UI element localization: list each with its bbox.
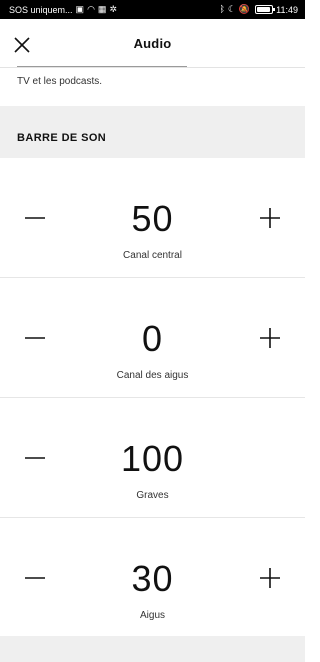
control-label: Canal central: [123, 250, 182, 261]
increase-button[interactable]: [259, 567, 281, 589]
cast-icon: ▦: [97, 4, 107, 14]
carrier-text: SOS uniquem...: [9, 4, 73, 15]
increase-button[interactable]: [259, 207, 281, 229]
control-label: Graves: [136, 490, 169, 501]
battery-icon: [255, 5, 276, 14]
wifi-icon: ◠: [87, 4, 95, 14]
control-label: Canal des aigus: [116, 370, 189, 381]
status-left: SOS uniquem... ▣ ◠ ▦ ✲: [9, 5, 117, 15]
clipped-text-line: [17, 66, 207, 69]
status-time: 11:49: [276, 4, 298, 15]
plus-icon: [260, 327, 280, 348]
app-header: Audio: [0, 19, 305, 68]
status-right: ᛒ ☾ 🔕 11:49: [219, 5, 298, 15]
control-value: 100: [120, 438, 185, 479]
plus-icon: [260, 568, 280, 588]
page-title: Audio: [133, 36, 172, 51]
silent-icon: 🔕: [238, 4, 251, 14]
dnd-moon-icon: ☾: [227, 4, 236, 14]
plus-icon: [260, 207, 280, 228]
settings-badge-icon: ✲: [109, 4, 117, 14]
control-row-bass: 100 Graves: [0, 398, 305, 518]
control-row-center-channel: 50 Canal central: [0, 158, 305, 278]
control-row-treble-channel: 0 Canal des aigus: [0, 278, 305, 398]
intro-text: TV et les podcasts.: [17, 76, 103, 87]
control-label: Aigus: [139, 610, 165, 621]
control-row-treble: 30 Aigus: [0, 518, 305, 638]
section-title: BARRE DE SON: [17, 132, 107, 144]
status-bar: SOS uniquem... ▣ ◠ ▦ ✲ ᛒ ☾ 🔕 11:49: [0, 0, 305, 19]
increase-button[interactable]: [259, 327, 281, 349]
notification-icon: ▣: [75, 4, 85, 14]
bottom-spacer: [0, 636, 305, 662]
bluetooth-icon: ᛒ: [219, 4, 225, 14]
